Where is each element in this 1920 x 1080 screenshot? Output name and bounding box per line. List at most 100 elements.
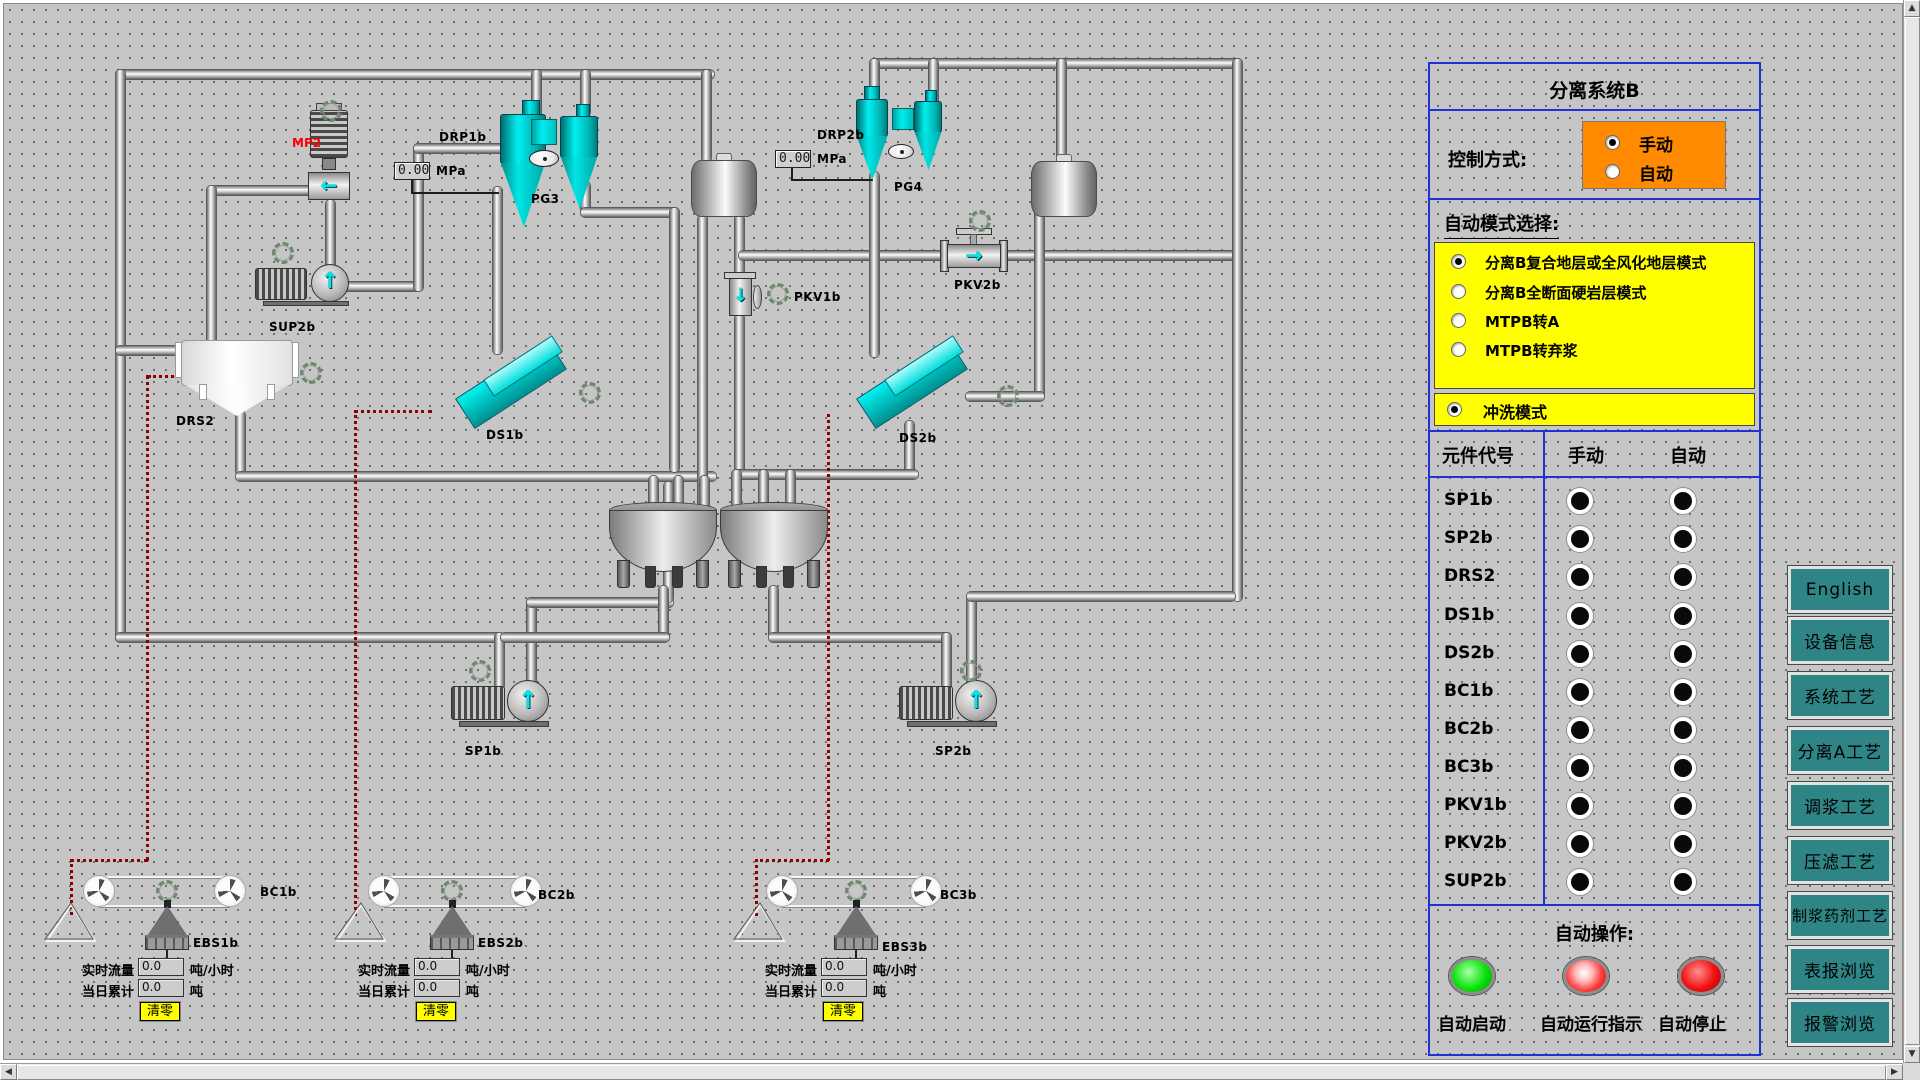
flush-mode-radio[interactable] — [1447, 402, 1462, 417]
pg3-valve-block[interactable] — [531, 119, 557, 145]
scale-funnel-icon — [432, 906, 472, 936]
sp1b-motor[interactable] — [451, 686, 505, 720]
flush-mode-label[interactable]: 冲洗模式 — [1483, 399, 1547, 423]
cyclone1b-body[interactable] — [560, 116, 598, 158]
auto-mode-option-0[interactable]: 分离B复合地层或全风化地层模式 — [1485, 252, 1706, 273]
total-unit: 吨 — [190, 981, 203, 1000]
tank-leg — [672, 566, 683, 588]
flow-value-field: 0.0 — [821, 958, 867, 976]
total-unit: 吨 — [466, 981, 479, 1000]
scale-drop-line — [451, 950, 453, 958]
tank-leg — [756, 566, 767, 588]
drp1b-label: DRP1b — [439, 130, 486, 144]
scroll-up-icon[interactable]: ▲ — [1904, 0, 1920, 17]
scroll-left-icon[interactable]: ◀ — [0, 1064, 17, 1080]
sp1b-base — [459, 721, 549, 727]
manual-indicator — [1567, 641, 1593, 667]
drp1b-gauge: 0.00 — [394, 162, 430, 180]
trace-line — [146, 375, 149, 861]
tank2[interactable] — [1031, 161, 1097, 217]
pipe — [659, 586, 668, 638]
cyclone2b-body[interactable] — [914, 101, 942, 133]
auto-mode-radio-3[interactable] — [1451, 342, 1466, 357]
auto-mode-label: 自动模式选择: — [1444, 210, 1559, 239]
clear-button[interactable]: 清零 — [140, 1002, 180, 1021]
pkv1b-arrow-icon: ↓ — [733, 285, 748, 306]
pg4-valve[interactable] — [888, 144, 914, 159]
table-header-manual: 手动 — [1568, 442, 1604, 468]
horizontal-scrollbar[interactable]: ◀ ▶ — [0, 1063, 1903, 1080]
bc2b-label: BC2b — [538, 888, 575, 902]
nav-button-filter-press[interactable]: 压滤工艺 — [1788, 837, 1892, 884]
pipe — [1035, 209, 1044, 399]
flow-label: 实时流量 — [82, 960, 134, 979]
pipe — [581, 208, 679, 217]
nav-button-alarm-view[interactable]: 报警浏览 — [1788, 999, 1892, 1046]
flow-unit: 吨/小时 — [873, 960, 917, 979]
total-label: 当日累计 — [82, 981, 134, 1000]
auto-radio-label[interactable]: 自动 — [1639, 160, 1673, 185]
auto-radio[interactable] — [1605, 164, 1620, 179]
status-ring — [997, 385, 1019, 407]
nav-button-separation-a[interactable]: 分离A工艺 — [1788, 727, 1892, 774]
process-diagram-canvas: ← MP2 ↑ SUP2b DRS2 PG3 DRP1b 0.00 MPa PG… — [3, 3, 1903, 1060]
pipe — [236, 411, 245, 475]
pg3-valve[interactable] — [529, 150, 559, 167]
auto-mode-option-2[interactable]: MTPB转A — [1485, 311, 1559, 332]
pipe — [1233, 59, 1242, 601]
pg4-valve-block[interactable] — [892, 108, 914, 130]
nav-button-device-info[interactable]: 设备信息 — [1788, 617, 1892, 664]
pkv1b-handwheel[interactable] — [753, 285, 762, 309]
tank-leg — [807, 560, 820, 588]
tank-leg — [645, 566, 656, 588]
pipe — [116, 633, 504, 642]
nav-button-system-process[interactable]: 系统工艺 — [1788, 672, 1892, 719]
horizontal-scroll-thumb[interactable] — [17, 1065, 1886, 1080]
table-row-label: DS1b — [1444, 605, 1494, 625]
manual-radio[interactable] — [1605, 135, 1620, 150]
clear-button[interactable]: 清零 — [416, 1002, 456, 1021]
auto-mode-box: 分离B复合地层或全风化地层模式 分离B全断面硬岩层模式 MTPB转A MTPB转… — [1434, 242, 1755, 389]
clear-button[interactable]: 清零 — [823, 1002, 863, 1021]
tank-leg — [728, 560, 741, 588]
tank1[interactable] — [691, 160, 757, 217]
drs2-tank[interactable] — [181, 340, 293, 386]
auto-mode-option-1[interactable]: 分离B全断面硬岩层模式 — [1485, 282, 1646, 303]
nav-button-report-view[interactable]: 表报浏览 — [1788, 946, 1892, 993]
nav-button-slurry-agent[interactable]: 制浆药剂工艺 — [1788, 892, 1892, 939]
auto-mode-radio-0[interactable] — [1451, 254, 1466, 269]
sup2b-motor[interactable] — [255, 268, 307, 300]
tank-leg — [617, 560, 630, 588]
auto-mode-radio-2[interactable] — [1451, 313, 1466, 328]
auto-start-lamp[interactable] — [1449, 957, 1495, 995]
nav-button-slurry-mixing[interactable]: 调浆工艺 — [1788, 782, 1892, 829]
scroll-right-icon[interactable]: ▶ — [1886, 1064, 1903, 1080]
pipe — [870, 59, 1242, 68]
vertical-scrollbar[interactable]: ▲ ▼ — [1903, 0, 1920, 1063]
panel-title: 分离系统B — [1430, 76, 1759, 103]
flow-value-field: 0.0 — [414, 958, 460, 976]
sp2b-label: SP2b — [935, 744, 971, 758]
manual-radio-label[interactable]: 手动 — [1639, 131, 1673, 156]
pipe — [870, 172, 879, 357]
cyclone2-cone — [856, 136, 888, 180]
manual-indicator — [1567, 869, 1593, 895]
pipe — [236, 472, 716, 481]
pkv2b-label: PKV2b — [954, 278, 1001, 292]
auto-mode-radio-1[interactable] — [1451, 284, 1466, 299]
sp2b-motor[interactable] — [899, 686, 953, 720]
pipe — [207, 186, 216, 348]
sup2b-base — [263, 301, 349, 306]
auto-stop-lamp[interactable] — [1678, 957, 1724, 995]
pkv1b-label: PKV1b — [794, 290, 841, 304]
auto-stop-label: 自动停止 — [1658, 1010, 1726, 1035]
auto-mode-option-3[interactable]: MTPB转弃浆 — [1485, 340, 1578, 361]
trace-line — [755, 859, 829, 862]
nav-button-english[interactable]: English — [1788, 566, 1892, 613]
drp2b-gauge: 0.00 — [775, 150, 811, 168]
manual-indicator — [1567, 717, 1593, 743]
scroll-down-icon[interactable]: ▼ — [1904, 1046, 1920, 1063]
vertical-scroll-thumb[interactable] — [1905, 17, 1920, 1045]
mp2-valve-arrow-icon: ← — [321, 173, 338, 197]
auto-indicator — [1670, 793, 1696, 819]
